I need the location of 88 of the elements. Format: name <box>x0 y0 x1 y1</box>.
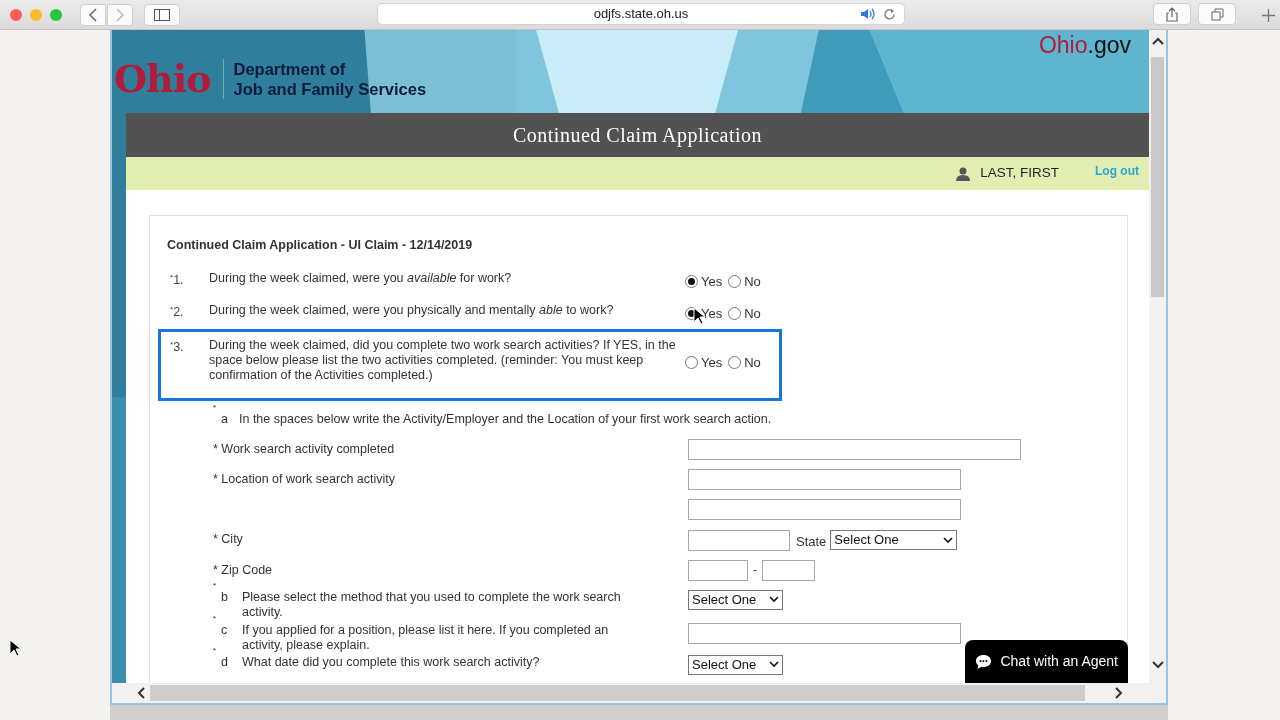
item-text: Please select the method that you used to complete the work search activity. <box>242 589 622 620</box>
required-mark: * <box>213 618 218 625</box>
item-text: If you applied for a position, please list it here. If you completed an activity, please explain. <box>242 622 610 653</box>
address-bar[interactable]: odjfs.state.oh.us <box>377 3 905 25</box>
required-mark: * <box>213 585 218 592</box>
form-heading: Continued Claim Application - UI Claim - 12/14/2019 <box>167 237 474 254</box>
chat-button[interactable]: Chat with an Agent <box>965 640 1128 683</box>
question-number: 1. <box>173 272 184 287</box>
scroll-thumb[interactable] <box>1151 57 1164 297</box>
question-number: 2. <box>173 304 184 319</box>
item-text: What date did you complete this work search activity? <box>242 654 541 670</box>
ohio-logo: Ohio <box>114 55 211 103</box>
horizontal-scrollbar[interactable] <box>112 683 1166 703</box>
city-field[interactable] <box>688 529 790 551</box>
scroll-up-icon[interactable] <box>1151 37 1164 45</box>
caret-icon <box>769 596 779 604</box>
option-label[interactable]: No <box>744 271 761 292</box>
field-label: * Location of work search activity <box>213 470 396 487</box>
radio-button[interactable] <box>728 356 742 369</box>
question-text: During the week claimed, did you complete two work search activities? If YES, in the space below please list the two activities completed. (reminder: You must keep confirmation of the Activities completed.) <box>209 337 677 383</box>
field-label: * Work search activity completed <box>213 440 395 457</box>
user-icon <box>956 166 971 181</box>
mouse-cursor-icon <box>9 639 21 657</box>
required-mark: * <box>213 407 218 414</box>
option-label[interactable]: No <box>744 303 761 324</box>
sidebar-button[interactable] <box>144 3 180 26</box>
select-dropdown[interactable]: Select One <box>688 589 783 610</box>
state-label: State <box>796 532 827 551</box>
option-label[interactable]: Yes <box>701 352 723 373</box>
zip-separator: - <box>753 561 758 579</box>
option-label[interactable]: Yes <box>701 271 723 292</box>
url-text: odjfs.state.oh.us <box>593 5 689 24</box>
required-mark: * <box>213 650 218 657</box>
portal-logo[interactable]: Ohio.gov <box>1038 30 1131 63</box>
text-field[interactable] <box>688 498 961 520</box>
item-letter: b <box>221 589 229 606</box>
share-icon <box>1166 6 1178 22</box>
chat-bubble-icon <box>975 653 993 670</box>
scroll-thumb[interactable] <box>150 685 1085 701</box>
scroll-right-icon[interactable] <box>1115 687 1123 699</box>
back-button[interactable] <box>80 3 106 26</box>
scroll-left-icon[interactable] <box>137 687 145 699</box>
page-title: Continued Claim Application <box>126 113 1149 157</box>
question-text: During the week claimed, were you available for work? <box>209 270 513 286</box>
window-control-icon[interactable] <box>50 8 62 21</box>
radio-button[interactable] <box>685 275 698 288</box>
select-dropdown[interactable]: Select One <box>688 654 783 675</box>
department-name: Job and Family Services <box>233 78 427 99</box>
tabs-icon <box>1210 7 1224 21</box>
question-number: 3. <box>173 339 184 354</box>
text-field[interactable] <box>688 438 1021 460</box>
reload-icon[interactable] <box>883 7 896 21</box>
caret-icon <box>943 536 954 544</box>
item-letter: d <box>221 654 229 670</box>
forward-button[interactable] <box>107 3 133 26</box>
required-mark: * <box>170 304 174 314</box>
scroll-down-icon[interactable] <box>1151 661 1164 669</box>
department-name: Department of <box>233 58 347 79</box>
radio-button[interactable] <box>685 356 698 369</box>
zip-extension-field[interactable] <box>762 559 816 581</box>
state-dropdown[interactable]: Select One <box>830 530 958 550</box>
new-tab-icon[interactable] <box>1262 9 1275 22</box>
forward-icon <box>116 7 124 22</box>
required-mark: * <box>170 339 174 349</box>
option-label[interactable]: No <box>744 352 761 373</box>
vertical-scrollbar[interactable] <box>1149 30 1166 683</box>
item-letter: a <box>221 411 229 427</box>
option-label[interactable]: Yes <box>701 303 723 324</box>
question-text: During the week claimed, were you physically and mentally able to work? <box>209 302 615 318</box>
user-name: LAST, FIRST <box>980 164 1059 183</box>
share-button[interactable] <box>1153 3 1191 25</box>
field-label: * Zip Code <box>213 561 273 578</box>
window-control-icon[interactable] <box>10 8 22 21</box>
back-icon <box>89 7 97 22</box>
item-letter: c <box>221 622 229 639</box>
text-field[interactable] <box>688 468 961 490</box>
radio-button[interactable] <box>728 275 742 288</box>
sidebar-icon <box>154 8 170 21</box>
field-label: * City <box>213 530 243 547</box>
zip-field[interactable] <box>688 559 748 581</box>
tabs-button[interactable] <box>1198 3 1236 25</box>
text-field[interactable] <box>688 622 961 644</box>
radio-button[interactable] <box>728 307 742 320</box>
caret-icon <box>769 661 779 669</box>
required-mark: * <box>170 272 174 282</box>
window-control-icon[interactable] <box>30 8 42 21</box>
item-text: In the spaces below write the Activity/Employer and the Location of your first work search action. <box>239 411 772 427</box>
speaker-icon[interactable] <box>860 8 876 20</box>
